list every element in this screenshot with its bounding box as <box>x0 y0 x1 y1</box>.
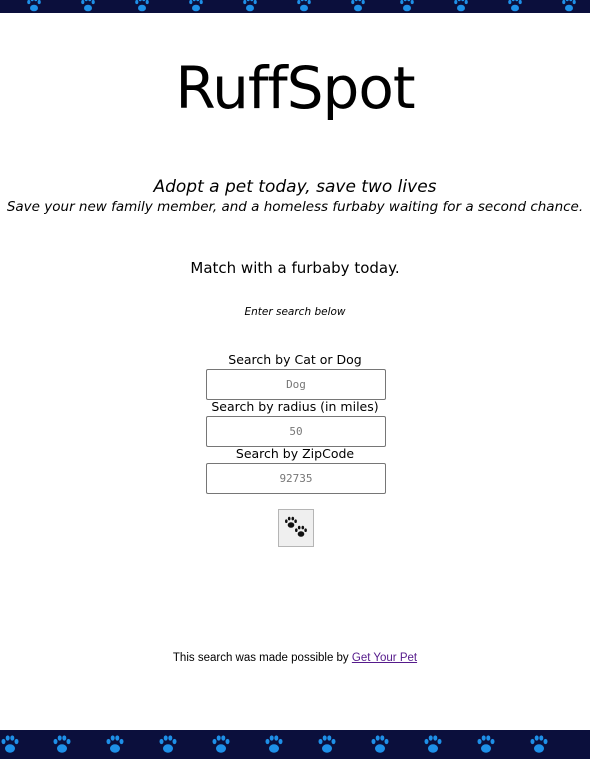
paw-icon <box>53 735 71 753</box>
paw-icon <box>371 735 389 753</box>
site-title: RuffSpot <box>175 54 415 122</box>
paw-icon <box>27 0 41 12</box>
paw-icon <box>81 0 95 12</box>
paw-icon <box>265 735 283 753</box>
radius-input[interactable] <box>206 416 386 447</box>
search-instruction: Enter search below <box>244 306 346 318</box>
credit-text: This search was made possible by <box>172 652 352 664</box>
paw-pattern-bottom <box>1 735 548 753</box>
paw-icon <box>477 735 495 753</box>
animal-type-label: Search by Cat or Dog <box>228 352 362 367</box>
paw-icon <box>562 0 576 12</box>
paw-icon <box>318 735 336 753</box>
animal-type-input[interactable] <box>206 369 386 400</box>
search-heading: Match with a furbaby today. <box>190 259 400 277</box>
bottom-paw-border <box>0 730 590 759</box>
paw-icon <box>243 0 257 12</box>
paw-icon <box>508 0 522 12</box>
top-paw-border <box>0 0 590 13</box>
paw-icon <box>454 0 468 12</box>
get-your-pet-link[interactable]: Get Your Pet <box>352 652 417 664</box>
paw-prints-icon <box>285 516 307 537</box>
paw-icon <box>135 0 149 12</box>
paw-icon <box>351 0 365 12</box>
tagline: Adopt a pet today, save two lives <box>153 177 437 197</box>
paw-icon <box>189 0 203 12</box>
zipcode-input[interactable] <box>206 463 386 494</box>
search-submit-button[interactable] <box>278 509 314 547</box>
paw-icon <box>159 735 177 753</box>
paw-icon <box>424 735 442 753</box>
paw-icon <box>106 735 124 753</box>
paw-pattern-top <box>27 0 576 12</box>
paw-icon <box>400 0 414 12</box>
paw-icon <box>297 0 311 12</box>
zipcode-label: Search by ZipCode <box>235 446 355 461</box>
page: RuffSpot Adopt a pet today, save two liv… <box>0 0 590 759</box>
paw-icon <box>1 735 19 753</box>
credit-line: This search was made possible by Get You… <box>0 650 590 666</box>
paw-icon <box>212 735 230 753</box>
paw-icon <box>530 735 548 753</box>
radius-label: Search by radius (in miles) <box>211 399 379 414</box>
subtagline: Save your new family member, and a homel… <box>6 199 584 215</box>
